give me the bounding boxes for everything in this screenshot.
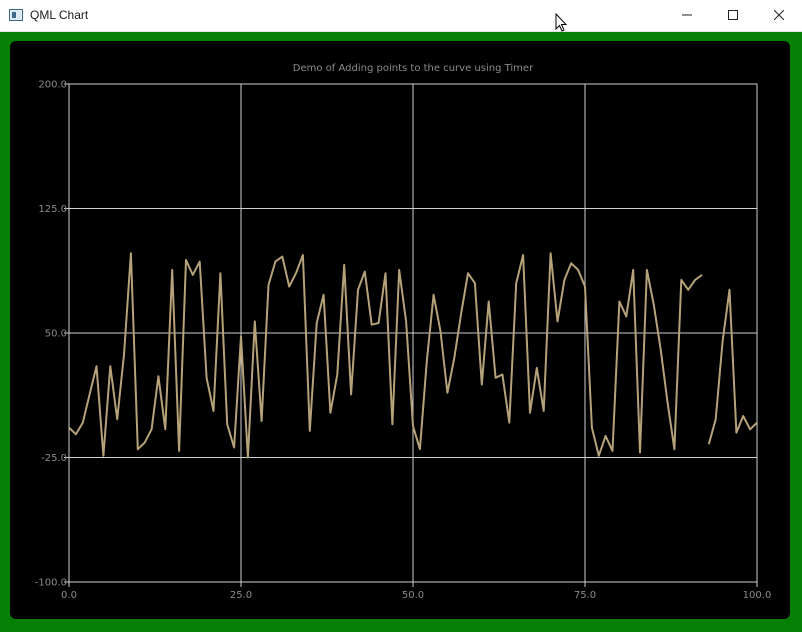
x-tick-label: 25.0 <box>230 590 252 601</box>
maximize-icon <box>728 10 738 20</box>
maximize-button[interactable] <box>710 0 756 31</box>
series-line <box>707 288 758 445</box>
x-tick-label: 100.0 <box>743 590 772 601</box>
x-tick-label: 0.0 <box>61 590 77 601</box>
series-line <box>68 252 703 459</box>
mouse-cursor-icon <box>555 13 568 32</box>
y-tick-label: 50.0 <box>45 329 67 340</box>
x-tick-label: 75.0 <box>574 590 596 601</box>
app-icon <box>9 9 23 21</box>
close-icon <box>774 10 784 20</box>
chart-view: 0.0 25.0 50.0 75.0 100.0 200.0 125.0 50.0 -25.0 -… <box>10 41 790 619</box>
title-bar: QML Chart <box>0 0 802 32</box>
y-tick-label: -100.0 <box>35 578 67 589</box>
line-chart: 0.0 25.0 50.0 75.0 100.0 200.0 125.0 50.0 -25.0 -… <box>35 63 772 601</box>
y-tick-label: -25.0 <box>41 453 67 464</box>
y-tick-label: 125.0 <box>38 204 67 215</box>
minimize-icon <box>682 14 692 16</box>
close-button[interactable] <box>756 0 802 31</box>
y-tick-label: 200.0 <box>38 80 67 91</box>
window-title: QML Chart <box>30 8 89 22</box>
x-tick-label: 50.0 <box>402 590 424 601</box>
chart-title: Demo of Adding points to the curve using… <box>293 63 534 74</box>
minimize-button[interactable] <box>664 0 710 31</box>
